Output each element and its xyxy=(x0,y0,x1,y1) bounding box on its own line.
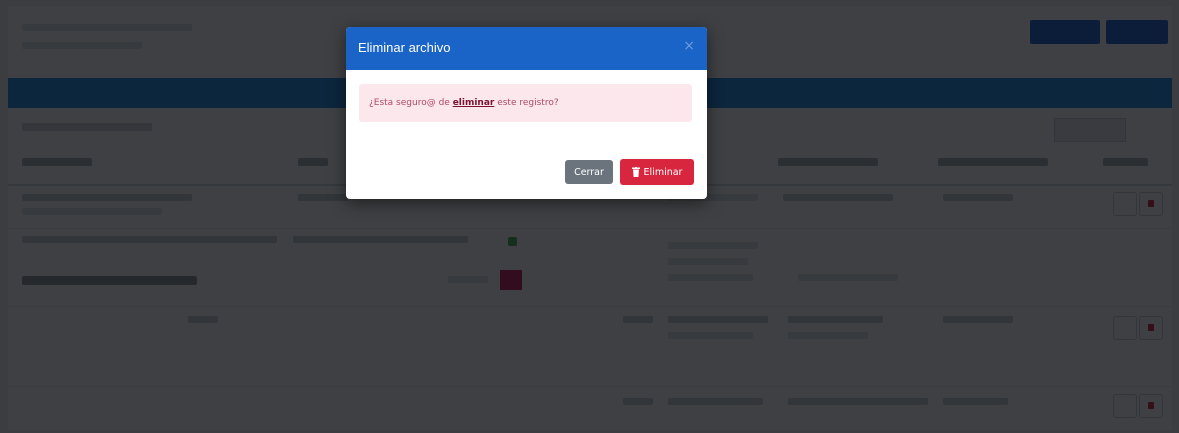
eliminar-link[interactable]: eliminar xyxy=(453,98,495,108)
confirmation-message-end: este registro? xyxy=(494,98,559,108)
confirm-delete-button[interactable]: Eliminar xyxy=(620,159,694,185)
modal-header: Eliminar archivo × xyxy=(346,27,707,70)
close-icon[interactable]: × xyxy=(683,39,695,53)
confirm-delete-label: Eliminar xyxy=(643,166,683,178)
delete-file-modal: Eliminar archivo × ¿Esta seguro@ de elim… xyxy=(346,27,707,199)
modal-title: Eliminar archivo xyxy=(358,40,451,55)
trash-icon xyxy=(631,167,640,177)
confirmation-message-start: ¿Esta seguro@ de xyxy=(369,98,453,108)
cancel-button[interactable]: Cerrar xyxy=(565,160,613,184)
confirmation-alert: ¿Esta seguro@ de eliminar este registro? xyxy=(359,84,692,122)
confirmation-message: ¿Esta seguro@ de eliminar este registro? xyxy=(369,98,559,108)
